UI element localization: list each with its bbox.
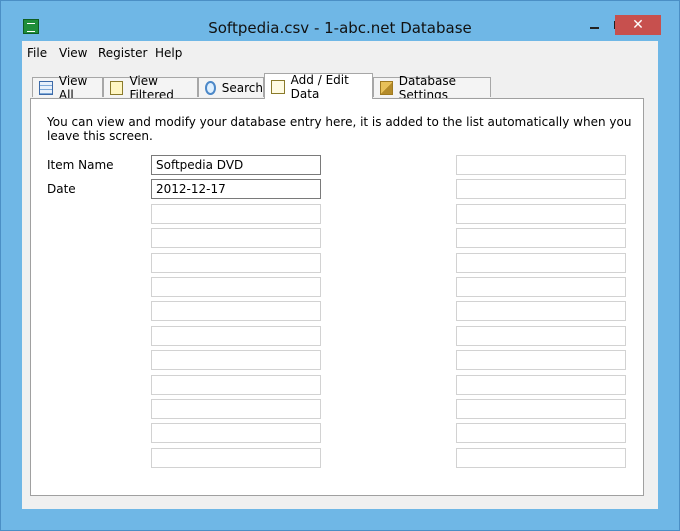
tab-label: Add / Edit Data [290, 72, 349, 101]
field-input-right[interactable] [456, 301, 626, 321]
field-input-right[interactable] [456, 228, 626, 248]
minimize-icon [589, 27, 599, 29]
tab-label: Search [221, 80, 263, 95]
field-input[interactable] [151, 277, 321, 297]
field-input[interactable] [151, 448, 321, 468]
field-input-right[interactable] [456, 155, 626, 175]
edit-icon [271, 79, 285, 94]
field-input[interactable] [151, 179, 321, 199]
field-input-right[interactable] [456, 350, 626, 370]
table-icon [39, 80, 53, 95]
wrench-icon [380, 80, 393, 95]
field-input[interactable] [151, 228, 321, 248]
field-input[interactable] [151, 301, 321, 321]
field-input[interactable] [151, 155, 321, 175]
tab-search[interactable]: Search [198, 77, 264, 97]
menu-register[interactable]: Register [98, 46, 147, 60]
field-input[interactable] [151, 350, 321, 370]
field-input[interactable] [151, 253, 321, 273]
field-input-right[interactable] [456, 448, 626, 468]
menu-help[interactable]: Help [155, 46, 182, 60]
field-input-right[interactable] [456, 253, 626, 273]
field-input-right[interactable] [456, 277, 626, 297]
field-input-right[interactable] [456, 179, 626, 199]
filter-icon [110, 80, 124, 95]
field-input-right[interactable] [456, 375, 626, 395]
menu-view[interactable]: View [59, 46, 87, 60]
field-input-right[interactable] [456, 326, 626, 346]
tab-view-filtered[interactable]: View Filtered [103, 74, 198, 102]
menu-bar: File View Register Help [22, 41, 658, 65]
menu-file[interactable]: File [27, 46, 47, 60]
minimize-button[interactable] [582, 15, 606, 35]
title-bar[interactable]: Softpedia.csv - 1-abc.net Database ✕ [1, 1, 679, 41]
add-edit-panel: You can view and modify your database en… [30, 98, 644, 496]
field-input[interactable] [151, 326, 321, 346]
tab-view-all[interactable]: View All [32, 74, 103, 102]
field-input-right[interactable] [456, 399, 626, 419]
field-input[interactable] [151, 204, 321, 224]
app-window: Softpedia.csv - 1-abc.net Database ✕ Fil… [0, 0, 680, 531]
field-input[interactable] [151, 423, 321, 443]
field-input[interactable] [151, 375, 321, 395]
close-button[interactable]: ✕ [615, 15, 661, 35]
tab-add-edit-data[interactable]: Add / Edit Data [264, 72, 373, 101]
tab-strip: View All View Filtered Search Add / Edit… [22, 72, 658, 102]
magnifier-icon [205, 80, 216, 95]
client-area: File View Register Help View All View Fi… [22, 41, 658, 509]
field-input-right[interactable] [456, 204, 626, 224]
window-title: Softpedia.csv - 1-abc.net Database [208, 19, 472, 37]
instruction-text: You can view and modify your database en… [47, 115, 632, 143]
field-input-right[interactable] [456, 423, 626, 443]
field-input[interactable] [151, 399, 321, 419]
field-label: Date [47, 182, 76, 196]
close-icon: ✕ [632, 17, 644, 33]
field-label: Item Name [47, 158, 114, 172]
tab-database-settings[interactable]: Database Settings [373, 74, 491, 102]
